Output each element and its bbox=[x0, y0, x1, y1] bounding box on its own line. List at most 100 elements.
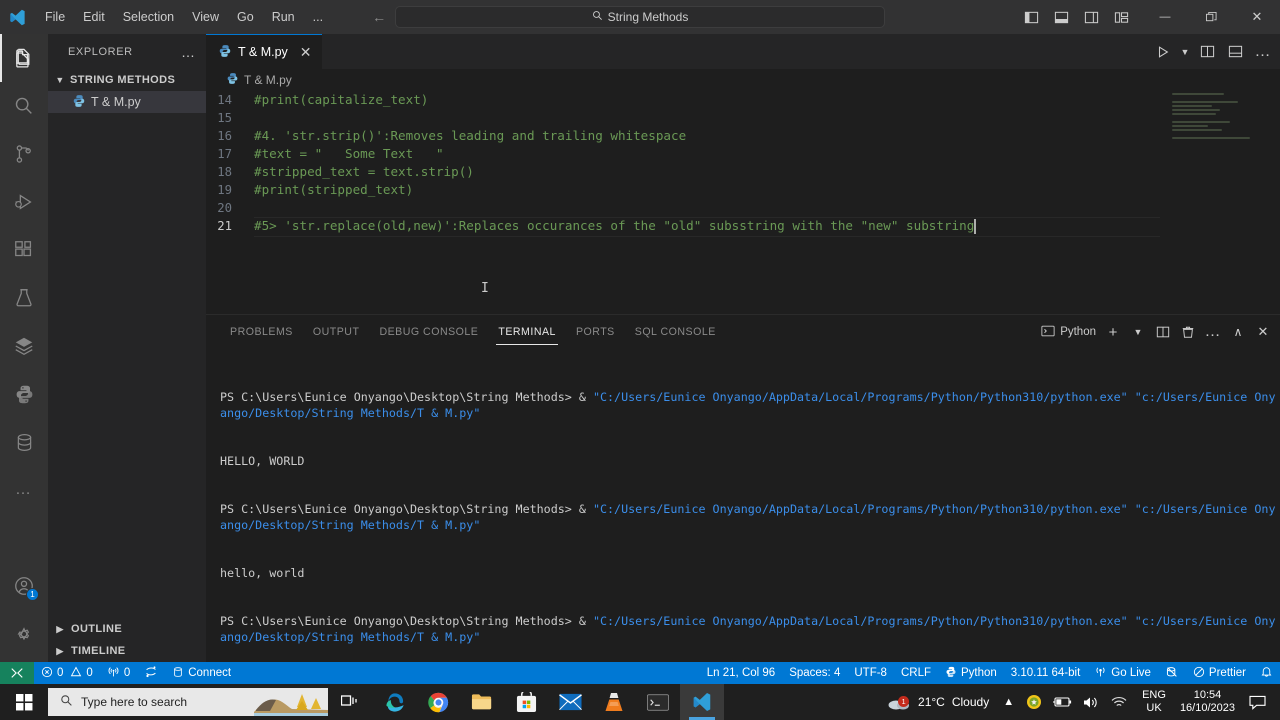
sidebar-item-search[interactable] bbox=[0, 82, 48, 130]
tab-output[interactable]: OUTPUT bbox=[303, 315, 370, 349]
status-python-interpreter[interactable]: 3.10.11 64-bit bbox=[1004, 662, 1087, 684]
onedrive-icon[interactable] bbox=[1021, 684, 1047, 720]
manage-settings-button[interactable] bbox=[0, 610, 48, 658]
status-jupyter-kernel[interactable] bbox=[137, 662, 165, 684]
status-database-connect[interactable]: Connect bbox=[165, 662, 238, 684]
section-timeline-label: TIMELINE bbox=[71, 645, 126, 657]
sidebar-item-extensions[interactable] bbox=[0, 226, 48, 274]
sidebar-item-source-control[interactable] bbox=[0, 130, 48, 178]
status-eol[interactable]: CRLF bbox=[894, 662, 938, 684]
maximize-button[interactable] bbox=[1188, 0, 1234, 34]
language-line-1: ENG bbox=[1142, 689, 1166, 701]
status-go-live[interactable]: Go Live bbox=[1087, 662, 1158, 684]
maximize-panel-icon[interactable]: ∧ bbox=[1227, 321, 1249, 343]
tab-sql-console[interactable]: SQL CONSOLE bbox=[625, 315, 726, 349]
tab-debug-console[interactable]: DEBUG CONSOLE bbox=[369, 315, 488, 349]
menu-file[interactable]: File bbox=[36, 6, 74, 28]
sidebar-item-testing[interactable] bbox=[0, 274, 48, 322]
customize-layout-icon[interactable] bbox=[1108, 4, 1134, 30]
more-actions-icon[interactable]: … bbox=[1250, 39, 1276, 65]
menu-run[interactable]: Run bbox=[263, 6, 304, 28]
terminal-profile-chevron-icon[interactable]: ▼ bbox=[1127, 321, 1149, 343]
new-terminal-icon[interactable]: + bbox=[1102, 321, 1124, 343]
mail-icon[interactable] bbox=[548, 684, 592, 720]
microsoft-edge-icon[interactable] bbox=[372, 684, 416, 720]
tab-problems[interactable]: PROBLEMS bbox=[220, 315, 303, 349]
search-icon bbox=[60, 694, 73, 710]
code-viewport[interactable]: 14 #print(capitalize_text) 15 16 #4. 'st… bbox=[206, 91, 1280, 314]
arrow-left-icon[interactable]: ← bbox=[372, 9, 386, 25]
file-explorer-icon[interactable] bbox=[460, 684, 504, 720]
sidebar-item-run-and-debug[interactable] bbox=[0, 178, 48, 226]
folder-root-row[interactable]: ▼ STRING METHODS bbox=[48, 69, 206, 91]
code-content: 14 #print(capitalize_text) 15 16 #4. 'st… bbox=[206, 91, 1280, 237]
menu-view[interactable]: View bbox=[183, 6, 228, 28]
chevron-down-icon[interactable]: ▼ bbox=[1178, 39, 1192, 65]
minimap[interactable] bbox=[1172, 93, 1264, 153]
tab-ports[interactable]: PORTS bbox=[566, 315, 625, 349]
toggle-primary-sidebar-icon[interactable] bbox=[1018, 4, 1044, 30]
breadcrumb[interactable]: T & M.py bbox=[206, 69, 1280, 91]
ports-count-label: 0 bbox=[123, 667, 131, 679]
close-panel-icon[interactable]: ✕ bbox=[1252, 321, 1274, 343]
status-notifications[interactable] bbox=[1253, 662, 1280, 684]
toggle-panel-icon[interactable] bbox=[1048, 4, 1074, 30]
close-button[interactable]: ✕ bbox=[1234, 0, 1280, 34]
tab-terminal[interactable]: TERMINAL bbox=[488, 315, 566, 349]
status-ports[interactable]: 0 bbox=[100, 662, 137, 684]
status-cursor-position[interactable]: Ln 21, Col 96 bbox=[700, 662, 782, 684]
action-center-icon[interactable] bbox=[1241, 684, 1274, 720]
status-language-mode[interactable]: Python bbox=[938, 662, 1004, 684]
list-item[interactable]: T & M.py bbox=[48, 91, 206, 113]
minimize-button[interactable]: — bbox=[1142, 0, 1188, 34]
terminal-more-actions-icon[interactable]: … bbox=[1202, 321, 1224, 343]
battery-icon[interactable] bbox=[1047, 684, 1077, 720]
status-indentation[interactable]: Spaces: 4 bbox=[782, 662, 847, 684]
terminal-profile-selector[interactable]: Python bbox=[1041, 324, 1099, 341]
menu-more-icon[interactable]: ... bbox=[304, 6, 332, 28]
split-editor-icon[interactable] bbox=[1194, 39, 1220, 65]
remote-indicator-icon[interactable] bbox=[0, 662, 34, 684]
chevron-up-icon[interactable]: ▲ bbox=[996, 684, 1021, 720]
run-python-file-icon[interactable] bbox=[1150, 39, 1176, 65]
sidebar-item-python-env[interactable] bbox=[0, 370, 48, 418]
task-view-icon[interactable] bbox=[328, 684, 372, 720]
status-encoding[interactable]: UTF-8 bbox=[847, 662, 894, 684]
status-error-warning[interactable]: 0 0 bbox=[34, 662, 100, 684]
sidebar-item-explorer[interactable] bbox=[0, 34, 48, 82]
chevron-right-icon: ▶ bbox=[56, 645, 64, 656]
tab-t-and-m-py[interactable]: T & M.py ✕ bbox=[206, 34, 322, 69]
command-center[interactable]: String Methods bbox=[395, 6, 885, 28]
ellipsis-icon[interactable]: … bbox=[175, 44, 202, 60]
toggle-secondary-sidebar-icon[interactable] bbox=[1078, 4, 1104, 30]
search-input[interactable]: Type here to search bbox=[48, 688, 328, 716]
microsoft-store-icon[interactable] bbox=[504, 684, 548, 720]
language-indicator[interactable]: ENG UK bbox=[1134, 689, 1174, 715]
volume-icon[interactable] bbox=[1077, 684, 1104, 720]
windows-start-icon[interactable] bbox=[0, 684, 48, 720]
accounts-button[interactable]: 1 bbox=[0, 562, 48, 610]
network-wifi-icon[interactable] bbox=[1104, 684, 1134, 720]
terminal-icon[interactable] bbox=[636, 684, 680, 720]
menu-go[interactable]: Go bbox=[228, 6, 263, 28]
visual-studio-code-icon[interactable] bbox=[680, 684, 724, 720]
section-outline[interactable]: ▶ OUTLINE bbox=[48, 618, 206, 640]
activity-bar: … 1 bbox=[0, 34, 48, 662]
sidebar-item-database[interactable] bbox=[0, 418, 48, 466]
vlc-media-player-icon[interactable] bbox=[592, 684, 636, 720]
menu-selection[interactable]: Selection bbox=[114, 6, 183, 28]
weather-widget[interactable]: 1 21°C Cloudy bbox=[880, 684, 996, 720]
sidebar-item-remote-explorer[interactable] bbox=[0, 322, 48, 370]
toggle-panel-icon[interactable] bbox=[1222, 39, 1248, 65]
status-prettier[interactable]: Prettier bbox=[1186, 662, 1253, 684]
code-line: 15 bbox=[206, 109, 1280, 127]
close-icon[interactable]: ✕ bbox=[300, 45, 312, 59]
menu-edit[interactable]: Edit bbox=[74, 6, 114, 28]
status-sql-server[interactable] bbox=[1158, 662, 1186, 684]
split-terminal-icon[interactable] bbox=[1152, 321, 1174, 343]
sidebar-item-more-views[interactable]: … bbox=[0, 466, 48, 514]
kill-terminal-icon[interactable] bbox=[1177, 321, 1199, 343]
clock[interactable]: 10:54 16/10/2023 bbox=[1174, 689, 1241, 715]
google-chrome-icon[interactable] bbox=[416, 684, 460, 720]
section-timeline[interactable]: ▶ TIMELINE bbox=[48, 640, 206, 662]
